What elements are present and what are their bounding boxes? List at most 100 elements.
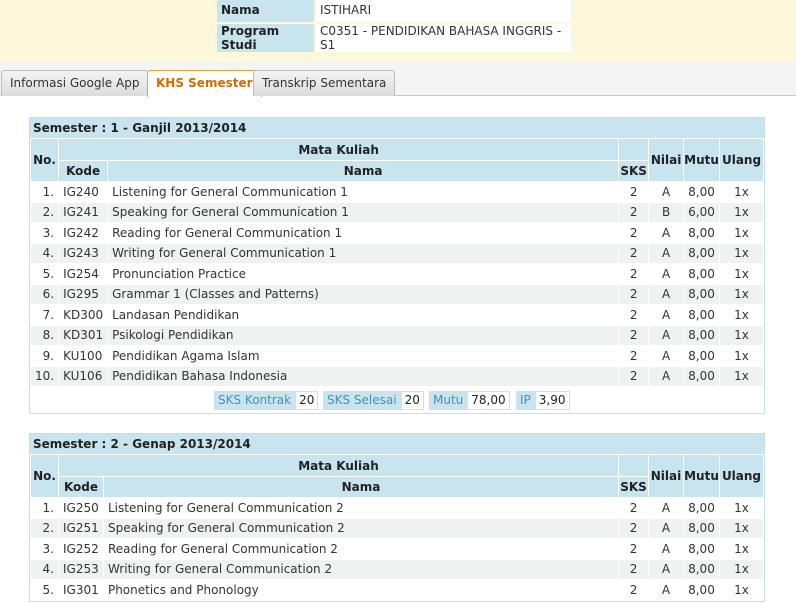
- course-code: IG252: [57, 538, 104, 560]
- course-name: Psikologi Pendidikan: [107, 324, 620, 346]
- course-attempts: 1x: [719, 263, 764, 285]
- course-attempts: 1x: [718, 497, 765, 519]
- course-code: IG250: [57, 497, 104, 519]
- course-name: Reading for General Communication 1: [107, 222, 620, 244]
- semester-2-title: Semester : 2 - Genap 2013/2014: [30, 434, 764, 454]
- course-sks: 2: [618, 497, 649, 519]
- header-no: No.: [30, 454, 59, 498]
- table-row: 9. KU100 Pendidikan Agama Islam 2 A 8,00 1x: [29, 345, 764, 367]
- table-row: 4. IG243 Writing for General Communication…: [29, 242, 764, 264]
- table-row: 5. IG254 Pronunciation Practice 2 A 8,00 1x: [29, 263, 764, 285]
- tab-khs-semester[interactable]: KHS Semester: [147, 70, 262, 97]
- table-row: 10. KU106 Pendidikan Bahasa Indonesia 2 A 8,0…: [29, 365, 764, 387]
- course-attempts: 1x: [718, 538, 765, 560]
- course-sks: 2: [618, 222, 650, 244]
- header-mata-kuliah: Mata Kuliah: [57, 454, 620, 477]
- course-name: Writing for General Communication 2: [102, 558, 620, 580]
- semester-1-table: No. Mata Kuliah Nilai Mutu Ulang Kode Na…: [29, 138, 764, 387]
- sks-kontrak: SKS Kontrak 20: [214, 391, 319, 410]
- tab-transkrip-sementara[interactable]: Transkrip Sementara: [253, 70, 396, 96]
- header-ulang: Ulang: [719, 138, 764, 182]
- header-nama: Nama: [107, 160, 620, 182]
- course-mutu: 8,00: [683, 324, 721, 346]
- course-grade: A: [648, 517, 684, 539]
- course-sks: 2: [618, 365, 650, 387]
- header-ulang: Ulang: [718, 454, 765, 498]
- course-sks: 2: [618, 263, 650, 285]
- program-label: Program Studi: [217, 24, 314, 52]
- course-mutu: 8,00: [683, 222, 721, 244]
- course-sks: 2: [618, 517, 649, 539]
- semester-2-table: No. Mata Kuliah Nilai Mutu Ulang Kode Na…: [30, 454, 765, 601]
- course-attempts: 1x: [718, 579, 765, 601]
- course-grade: A: [648, 222, 685, 244]
- course-attempts: 1x: [719, 222, 764, 244]
- course-attempts: 1x: [719, 242, 764, 264]
- semester-1-rows: 1. IG240 Listening for General Communicati…: [29, 181, 764, 387]
- course-name: Listening for General Communication 1: [107, 181, 620, 203]
- sks-selesai: SKS Selesai 20: [323, 391, 424, 410]
- course-sks: 2: [618, 324, 650, 346]
- course-grade: A: [648, 579, 684, 601]
- table-row: 2. IG251 Speaking for General Communicatio…: [30, 517, 765, 539]
- course-mutu: 8,00: [682, 538, 720, 560]
- course-sks: 2: [618, 345, 650, 367]
- course-attempts: 1x: [718, 517, 765, 539]
- ip-label: IP: [516, 391, 535, 410]
- sks-selesai-value: 20: [400, 391, 424, 410]
- course-name: Writing for General Communication 1: [107, 242, 620, 264]
- course-code: KD300: [58, 304, 109, 326]
- header-sks: SKS: [618, 476, 649, 498]
- course-no: 7.: [29, 304, 60, 326]
- table-row: 8. KD301 Psikologi Pendidikan 2 A 8,00 1x: [29, 324, 764, 346]
- course-grade: A: [648, 283, 685, 305]
- mutu-total-label: Mutu: [429, 391, 468, 410]
- course-no: 5.: [29, 263, 60, 285]
- course-code: IG243: [58, 242, 109, 264]
- course-sks: 2: [618, 181, 650, 203]
- course-no: 4.: [29, 242, 60, 264]
- course-attempts: 1x: [719, 345, 764, 367]
- course-mutu: 8,00: [683, 263, 721, 285]
- course-no: 6.: [29, 283, 60, 305]
- course-code: IG254: [58, 263, 109, 285]
- course-code: IG295: [58, 283, 109, 305]
- header-mutu: Mutu: [683, 138, 721, 182]
- course-mutu: 8,00: [682, 579, 720, 601]
- course-attempts: 1x: [719, 283, 764, 305]
- course-no: 10.: [29, 365, 60, 387]
- table-row: 3. IG252 Reading for General Communication…: [30, 538, 765, 560]
- course-attempts: 1x: [719, 365, 764, 387]
- course-no: 2.: [29, 201, 60, 223]
- semester-1-title: Semester : 1 - Ganjil 2013/2014: [30, 118, 764, 138]
- course-grade: A: [648, 345, 685, 367]
- course-mutu: 8,00: [683, 304, 721, 326]
- table-row: 2. IG241 Speaking for General Communicatio…: [29, 201, 764, 223]
- semester-1-block: Semester : 1 - Ganjil 2013/2014 No. Mata…: [29, 117, 765, 414]
- course-grade: A: [648, 181, 685, 203]
- course-name: Phonetics and Phonology: [102, 579, 620, 601]
- course-code: IG301: [57, 579, 104, 601]
- semester-2-block: Semester : 2 - Genap 2013/2014 No. Mata …: [29, 433, 765, 602]
- ip-value: 3,90: [534, 391, 570, 410]
- header-kode: Kode: [57, 476, 104, 498]
- course-grade: A: [648, 263, 685, 285]
- course-code: KU106: [58, 365, 109, 387]
- header-nilai: Nilai: [648, 138, 685, 182]
- sks-kontrak-value: 20: [295, 391, 319, 410]
- sks-selesai-label: SKS Selesai: [323, 391, 401, 410]
- tab-bar: Informasi Google App KHS Semester Transk…: [0, 62, 796, 97]
- mutu-total: Mutu 78,00: [429, 391, 510, 410]
- header-sks: SKS: [618, 160, 650, 182]
- ip-score: IP 3,90: [516, 391, 570, 410]
- course-grade: A: [648, 365, 685, 387]
- course-grade: B: [648, 201, 685, 223]
- course-mutu: 8,00: [683, 181, 721, 203]
- table-row: 1. IG250 Listening for General Communicati…: [30, 497, 765, 519]
- course-name: Pendidikan Bahasa Indonesia: [107, 365, 620, 387]
- course-sks: 2: [618, 538, 649, 560]
- course-grade: A: [648, 558, 684, 580]
- course-name: Reading for General Communication 2: [102, 538, 620, 560]
- tab-informasi-google-app[interactable]: Informasi Google App: [1, 70, 149, 96]
- table-row: 1. IG240 Listening for General Communicati…: [29, 181, 764, 203]
